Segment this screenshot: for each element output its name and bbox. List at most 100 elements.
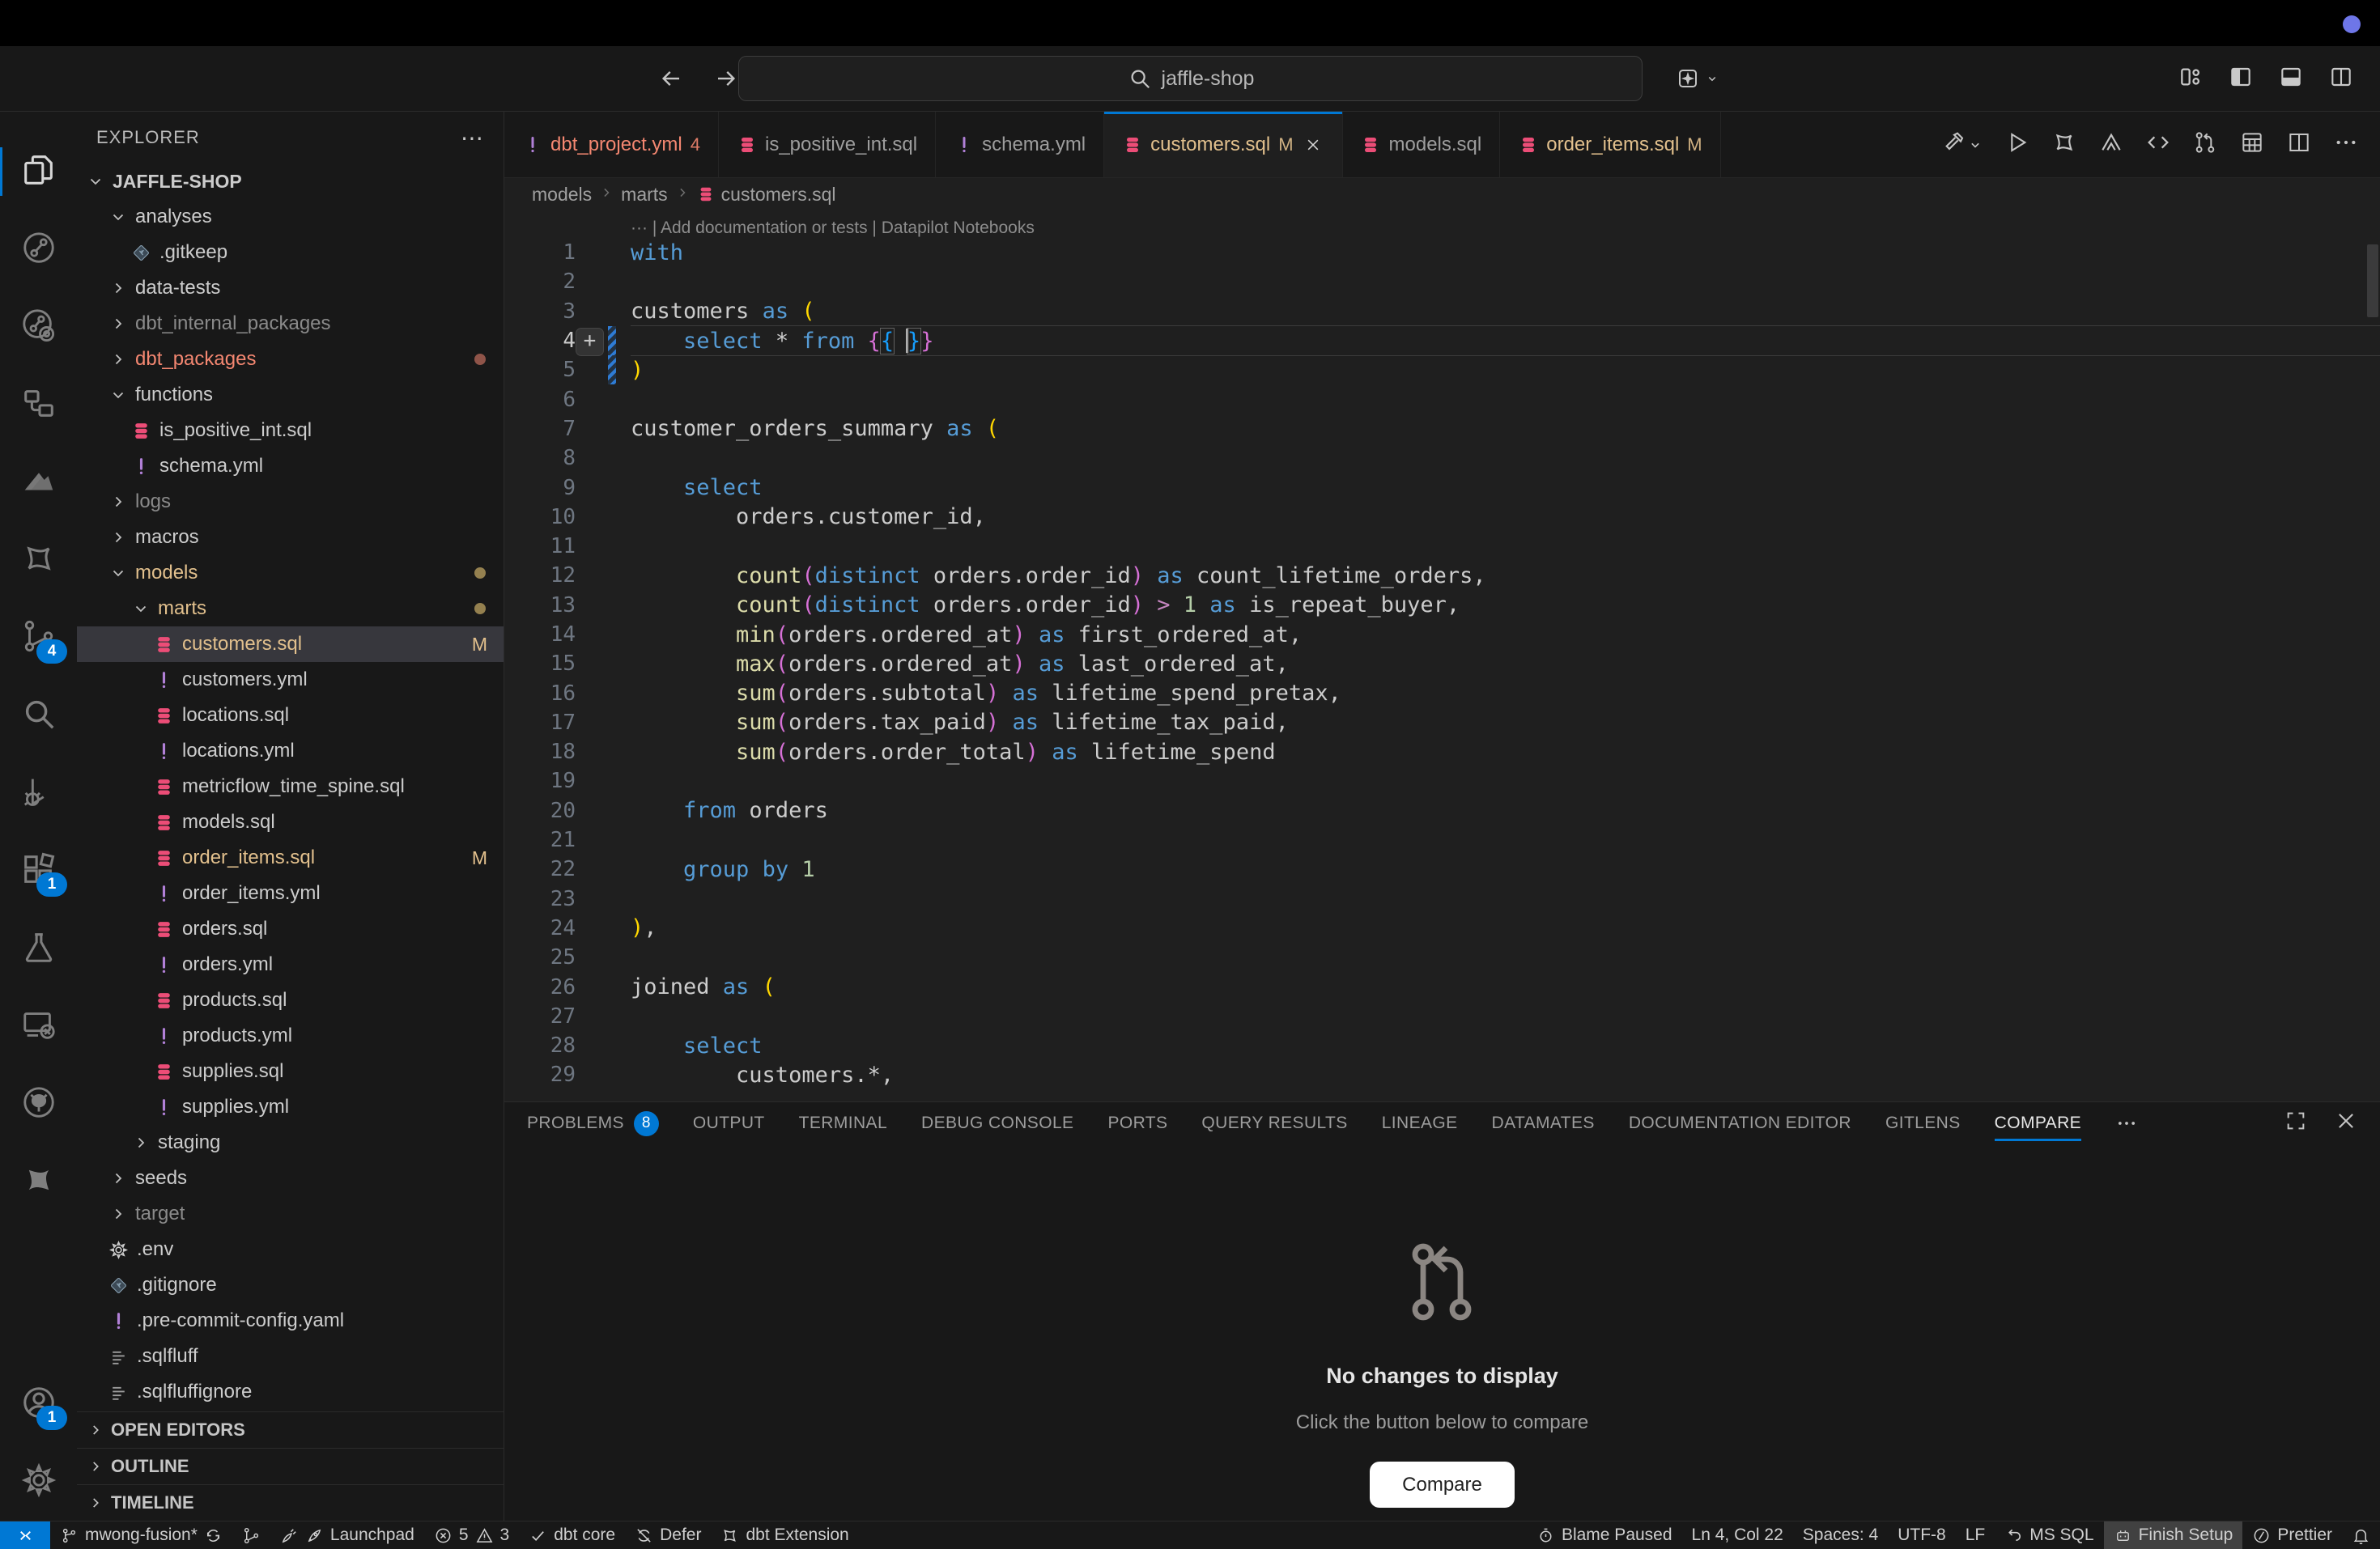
copilot-menu[interactable] xyxy=(1674,65,1719,92)
tree-item-macros[interactable]: macros xyxy=(77,520,504,555)
dbt-power-user-action-button[interactable] xyxy=(2051,129,2077,159)
toggle-panel-button[interactable] xyxy=(2278,64,2304,94)
tree-item-orders.sql[interactable]: orders.sql xyxy=(77,911,504,947)
tree-item-models[interactable]: models xyxy=(77,555,504,591)
status-defer[interactable]: Defer xyxy=(625,1521,711,1549)
breadcrumb-item[interactable]: marts xyxy=(621,184,668,206)
tab-is_positive_int.sql[interactable]: is_positive_int.sql xyxy=(719,112,936,177)
activity-item-accounts[interactable]: 1 xyxy=(0,1365,77,1443)
sidebar-section-open-editors[interactable]: OPEN EDITORS xyxy=(77,1412,504,1448)
tree-item-analyses[interactable]: analyses xyxy=(77,199,504,235)
tree-item-seeds[interactable]: seeds xyxy=(77,1161,504,1196)
tree-item-target[interactable]: target xyxy=(77,1196,504,1232)
status-dbt-extension[interactable]: dbt Extension xyxy=(711,1521,858,1549)
activity-item-source-control[interactable]: 4 xyxy=(0,599,77,677)
tree-item-order_items.yml[interactable]: order_items.yml xyxy=(77,876,504,911)
forward-arrow-icon[interactable] xyxy=(712,65,740,92)
tab-order_items.sql[interactable]: order_items.sqlM xyxy=(1500,112,1720,177)
tree-item-.sqlfluffignore[interactable]: .sqlfluffignore xyxy=(77,1374,504,1410)
breadcrumb-item[interactable]: models xyxy=(532,184,592,206)
explorer-more-icon[interactable]: ⋯ xyxy=(461,125,484,151)
tree-item-models.sql[interactable]: models.sql xyxy=(77,804,504,840)
panel-tab-lineage[interactable]: LINEAGE xyxy=(1382,1102,1458,1144)
add-comment-button[interactable]: + xyxy=(576,328,604,356)
tree-item-products.yml[interactable]: products.yml xyxy=(77,1018,504,1054)
tree-item-staging[interactable]: staging xyxy=(77,1125,504,1161)
tree-item-supplies.sql[interactable]: supplies.sql xyxy=(77,1054,504,1089)
compare-button[interactable]: Compare xyxy=(1370,1462,1515,1508)
activity-item-dbt-source-control-alt[interactable] xyxy=(0,288,77,366)
panel-tab-problems[interactable]: PROBLEMS8 xyxy=(527,1102,659,1144)
tree-item-.pre-commit-config.yaml[interactable]: .pre-commit-config.yaml xyxy=(77,1303,504,1339)
sidebar-section-outline[interactable]: OUTLINE xyxy=(77,1448,504,1484)
activity-item-explorer[interactable] xyxy=(0,133,77,210)
status-launchpad[interactable]: Launchpad xyxy=(270,1521,424,1549)
maximize-panel-button[interactable] xyxy=(2284,1110,2307,1137)
compiled-code-button[interactable] xyxy=(2145,129,2171,159)
activity-item-github[interactable] xyxy=(0,1065,77,1143)
panel-tab-documentation-editor[interactable]: DOCUMENTATION EDITOR xyxy=(1629,1102,1851,1144)
tree-item-data-tests[interactable]: data-tests xyxy=(77,270,504,306)
status-notifications-bell[interactable] xyxy=(2342,1521,2380,1549)
status-indentation[interactable]: Spaces: 4 xyxy=(1793,1521,1888,1549)
panel-tab-compare[interactable]: COMPARE xyxy=(1995,1102,2081,1144)
close-panel-button[interactable] xyxy=(2335,1110,2357,1137)
split-editor-button[interactable] xyxy=(2286,129,2312,159)
status-eol[interactable]: LF xyxy=(1956,1521,1995,1549)
activity-item-run-and-debug[interactable] xyxy=(0,754,77,832)
editor-scrollbar[interactable] xyxy=(2367,244,2378,317)
panel-tab-debug-console[interactable]: DEBUG CONSOLE xyxy=(921,1102,1073,1144)
sidebar-section-timeline[interactable]: TIMELINE xyxy=(77,1484,504,1521)
status-prettier[interactable]: Prettier xyxy=(2242,1521,2342,1549)
tree-item-.gitignore[interactable]: .gitignore xyxy=(77,1267,504,1303)
status-git-branch[interactable]: mwong-fusion* xyxy=(50,1521,232,1549)
breadcrumb[interactable]: models marts customers.sql xyxy=(504,178,2380,210)
git-compare-button[interactable] xyxy=(2192,129,2218,159)
toggle-secondary-sidebar-button[interactable] xyxy=(2328,64,2354,94)
activity-item-search[interactable] xyxy=(0,677,77,754)
tree-item-is_positive_int.sql[interactable]: is_positive_int.sql xyxy=(77,413,504,448)
back-arrow-icon[interactable] xyxy=(657,65,685,92)
panel-tab-datamates[interactable]: DATAMATES xyxy=(1492,1102,1595,1144)
tab-customers.sql[interactable]: customers.sqlM xyxy=(1104,112,1342,177)
panel-tab-gitlens[interactable]: GITLENS xyxy=(1885,1102,1961,1144)
activity-item-lineage[interactable] xyxy=(0,366,77,443)
close-icon[interactable] xyxy=(1302,134,1324,156)
tab-schema.yml[interactable]: schema.yml xyxy=(936,112,1104,177)
codelens-links[interactable]: ··· | Add documentation or tests | Datap… xyxy=(504,210,2380,238)
breadcrumb-item[interactable]: customers.sql xyxy=(721,184,836,206)
activity-item-dbt-power-user-filled[interactable] xyxy=(0,1143,77,1220)
tree-item-.sqlfluff[interactable]: .sqlfluff xyxy=(77,1339,504,1374)
panel-tab-query-results[interactable]: QUERY RESULTS xyxy=(1201,1102,1347,1144)
tree-item-metricflow_time_spine.sql[interactable]: metricflow_time_spine.sql xyxy=(77,769,504,804)
panel-more-icon[interactable] xyxy=(2115,1112,2138,1135)
tree-item-products.sql[interactable]: products.sql xyxy=(77,982,504,1018)
run-query-button[interactable] xyxy=(2004,129,2030,159)
command-center-search[interactable]: jaffle-shop xyxy=(738,56,1643,101)
status-dbt-core[interactable]: dbt core xyxy=(519,1521,625,1549)
activity-item-testing[interactable] xyxy=(0,910,77,987)
code-editor[interactable]: 1with23customers as (4+ select * from {{… xyxy=(504,238,2380,1101)
tree-item-locations.yml[interactable]: locations.yml xyxy=(77,733,504,769)
tree-item-customers.sql[interactable]: customers.sqlM xyxy=(77,626,504,662)
tab-models.sql[interactable]: models.sql xyxy=(1343,112,1501,177)
toggle-primary-sidebar-button[interactable] xyxy=(2228,64,2254,94)
tree-item-jaffle-shop[interactable]: JAFFLE-SHOP xyxy=(77,163,504,199)
tree-item-orders.yml[interactable]: orders.yml xyxy=(77,947,504,982)
query-results-button[interactable] xyxy=(2239,129,2265,159)
more-actions-button[interactable] xyxy=(2333,129,2359,159)
tree-item-dbt_packages[interactable]: dbt_packages xyxy=(77,342,504,377)
activity-item-settings[interactable] xyxy=(0,1443,77,1521)
tree-item-locations.sql[interactable]: locations.sql xyxy=(77,698,504,733)
sqlfluff-lint-button[interactable] xyxy=(2098,129,2124,159)
status-remote-indicator[interactable] xyxy=(0,1521,50,1549)
panel-tab-output[interactable]: OUTPUT xyxy=(693,1102,765,1144)
tree-item-logs[interactable]: logs xyxy=(77,484,504,520)
activity-item-datapilot[interactable] xyxy=(0,443,77,521)
tab-dbt_project.yml[interactable]: dbt_project.yml4 xyxy=(504,112,719,177)
tree-item-dbt_internal_packages[interactable]: dbt_internal_packages xyxy=(77,306,504,342)
tree-item-customers.yml[interactable]: customers.yml xyxy=(77,662,504,698)
tree-item-marts[interactable]: marts xyxy=(77,591,504,626)
activity-item-remote-explorer[interactable] xyxy=(0,987,77,1065)
dbt-build-button[interactable] xyxy=(1941,129,1983,159)
